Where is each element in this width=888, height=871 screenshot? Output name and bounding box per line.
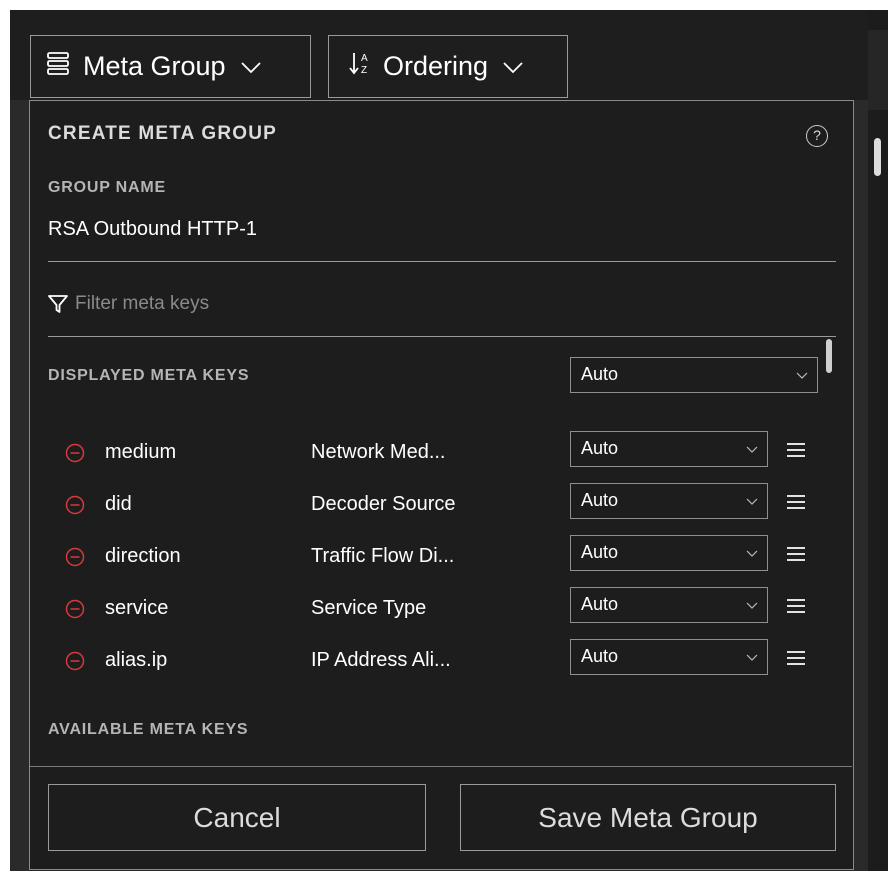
minus-circle-icon[interactable] (65, 599, 85, 624)
select-value: Auto (581, 542, 619, 562)
meta-key-name: did (105, 493, 132, 515)
select-value: Auto (581, 594, 619, 614)
meta-group-button[interactable]: Meta Group (30, 35, 311, 98)
meta-key-description: IP Address Ali... (311, 649, 451, 671)
ordering-button[interactable]: A Z Ordering (328, 35, 568, 98)
list-item: alias.ip IP Address Ali... Auto (30, 639, 830, 683)
drag-handle-icon[interactable] (786, 493, 806, 516)
list-icon (47, 51, 69, 82)
available-meta-keys-label: AVAILABLE META KEYS (48, 721, 249, 738)
drag-handle-icon[interactable] (786, 597, 806, 620)
meta-key-name: direction (105, 545, 181, 567)
divider (48, 336, 836, 337)
save-meta-group-button[interactable]: Save Meta Group (460, 784, 836, 851)
minus-circle-icon[interactable] (65, 651, 85, 676)
footer-divider (30, 766, 852, 767)
create-meta-group-panel: CREATE META GROUP ? GROUP NAME RSA Outbo… (29, 100, 854, 870)
divider (48, 261, 836, 262)
group-name-label: GROUP NAME (48, 179, 166, 196)
svg-text:Z: Z (361, 65, 367, 76)
meta-key-description: Decoder Source (311, 493, 456, 515)
minus-circle-icon[interactable] (65, 443, 85, 468)
meta-key-select[interactable]: Auto (570, 587, 768, 623)
svg-text:A: A (361, 53, 368, 64)
chevron-down-icon (745, 536, 759, 580)
app-window: Meta Group A Z Ordering CREATE META GROU… (10, 10, 888, 871)
displayed-global-select[interactable]: Auto (570, 357, 818, 393)
cancel-button[interactable]: Cancel (48, 784, 426, 851)
chevron-down-icon (745, 432, 759, 476)
panel-title: CREATE META GROUP (48, 123, 278, 144)
meta-key-select[interactable]: Auto (570, 431, 768, 467)
meta-key-select[interactable]: Auto (570, 483, 768, 519)
drag-handle-icon[interactable] (786, 545, 806, 568)
filter-meta-keys-input[interactable]: Filter meta keys (75, 293, 209, 315)
list-item: medium Network Med... Auto (30, 431, 830, 475)
list-item: did Decoder Source Auto (30, 483, 830, 527)
help-icon[interactable]: ? (806, 125, 828, 147)
meta-key-name: medium (105, 441, 177, 463)
chevron-down-icon (795, 358, 809, 402)
chevron-down-icon (502, 51, 524, 82)
scroll-track-upper (868, 30, 888, 110)
chevron-down-icon (240, 51, 262, 82)
meta-key-description: Network Med... (311, 441, 446, 463)
group-name-input[interactable]: RSA Outbound HTTP-1 (48, 218, 257, 241)
minus-circle-icon[interactable] (65, 495, 85, 520)
drag-handle-icon[interactable] (786, 649, 806, 672)
meta-key-name: service (105, 597, 169, 619)
select-value: Auto (581, 364, 619, 384)
select-value: Auto (581, 490, 619, 510)
displayed-meta-keys-label: DISPLAYED META KEYS (48, 367, 250, 384)
chevron-down-icon (745, 588, 759, 632)
meta-keys-scrollbar-thumb[interactable] (826, 339, 832, 373)
meta-key-description: Traffic Flow Di... (311, 545, 455, 567)
chevron-down-icon (745, 640, 759, 684)
select-value: Auto (581, 646, 619, 666)
meta-key-name: alias.ip (105, 649, 168, 671)
select-value: Auto (581, 438, 619, 458)
sort-alpha-icon: A Z (349, 50, 371, 83)
minus-circle-icon[interactable] (65, 547, 85, 572)
filter-icon (48, 294, 68, 319)
toolbar: Meta Group A Z Ordering (10, 10, 888, 100)
meta-key-select[interactable]: Auto (570, 535, 768, 571)
scrollbar-thumb[interactable] (874, 138, 881, 176)
page-scrollbar[interactable] (868, 10, 888, 871)
meta-group-label: Meta Group (83, 51, 226, 81)
meta-key-select[interactable]: Auto (570, 639, 768, 675)
ordering-label: Ordering (383, 51, 489, 81)
drag-handle-icon[interactable] (786, 441, 806, 464)
list-item: direction Traffic Flow Di... Auto (30, 535, 830, 579)
meta-key-description: Service Type (311, 597, 427, 619)
chevron-down-icon (745, 484, 759, 528)
list-item: service Service Type Auto (30, 587, 830, 631)
